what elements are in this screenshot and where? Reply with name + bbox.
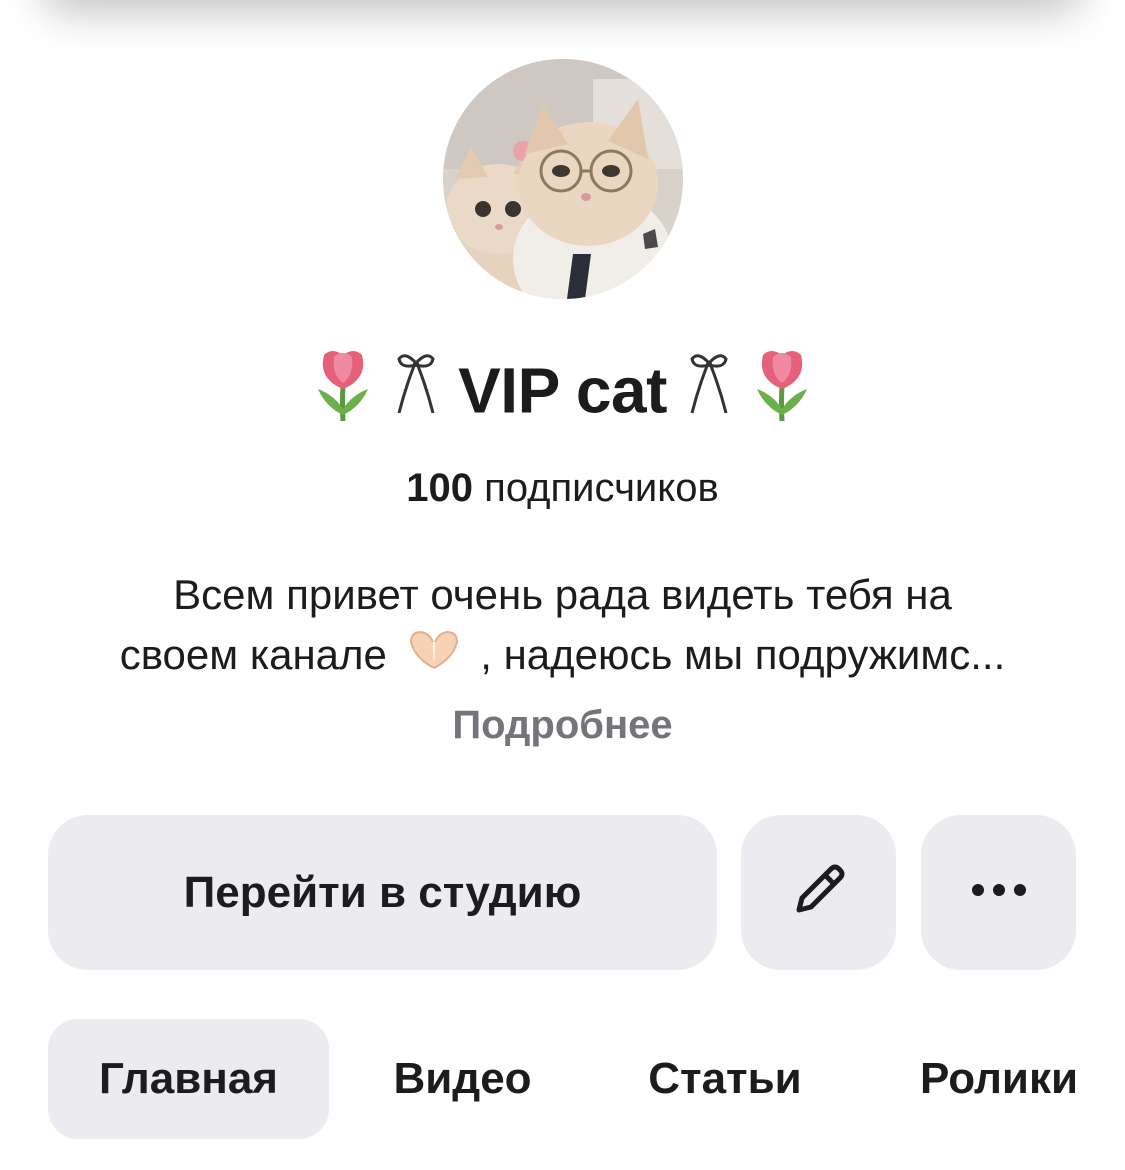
heart-hands-icon bbox=[405, 628, 463, 688]
cats-avatar-image bbox=[443, 59, 683, 299]
edit-button[interactable] bbox=[741, 815, 896, 970]
tulip-icon bbox=[751, 345, 813, 446]
subscribers-label: подписчиков bbox=[484, 466, 719, 510]
tab-articles[interactable]: Статьи bbox=[620, 1019, 830, 1139]
channel-title-text: VIP cat bbox=[458, 354, 667, 427]
channel-description: Всем привет очень рада видеть тебя на св… bbox=[40, 565, 1085, 688]
tab-videos[interactable]: Видео bbox=[360, 1019, 565, 1139]
description-text: своем канале bbox=[119, 631, 387, 678]
channel-avatar[interactable] bbox=[443, 59, 683, 299]
pencil-icon bbox=[787, 858, 851, 927]
tulip-icon bbox=[312, 345, 374, 446]
channel-title: VIP cat bbox=[0, 345, 1125, 446]
ribbon-bow-icon bbox=[391, 349, 441, 442]
tab-main[interactable]: Главная bbox=[48, 1019, 329, 1139]
go-to-studio-label: Перейти в студию bbox=[183, 867, 582, 917]
description-text: , надеюсь мы подружимс... bbox=[480, 631, 1006, 678]
more-options-button[interactable] bbox=[921, 815, 1076, 970]
more-link[interactable]: Подробнее bbox=[0, 697, 1125, 753]
description-line: Всем привет очень рада видеть тебя на bbox=[173, 571, 952, 618]
subscribers-number: 100 bbox=[406, 466, 474, 510]
subscribers-count: 100 подписчиков bbox=[0, 462, 1125, 514]
more-dots-icon bbox=[969, 882, 1029, 903]
go-to-studio-button[interactable]: Перейти в студию bbox=[48, 815, 717, 970]
tab-shorts[interactable]: Ролики bbox=[885, 1019, 1113, 1139]
ribbon-bow-icon bbox=[684, 349, 734, 442]
channel-tabs: Главная Видео Статьи Ролики bbox=[0, 1019, 1125, 1139]
description-line: своем канале , надеюсь мы подружимс... bbox=[40, 625, 1085, 688]
